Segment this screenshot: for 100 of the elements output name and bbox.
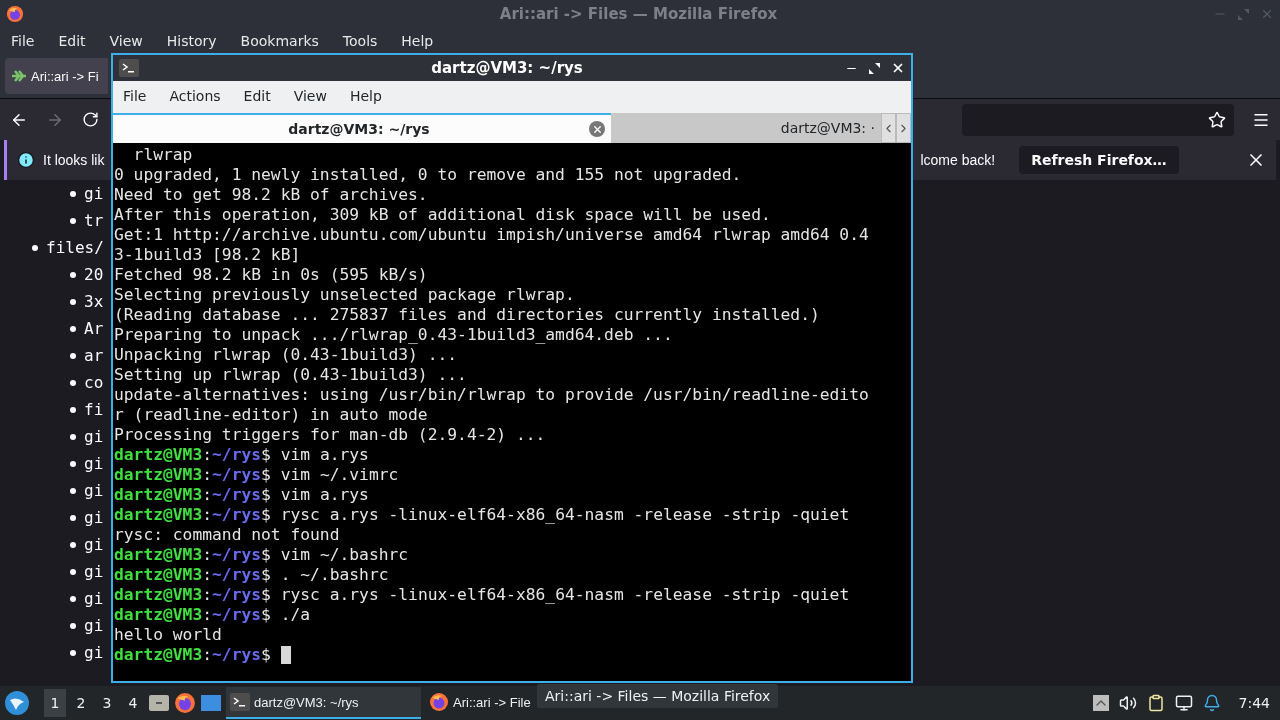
menu-item[interactable]: History	[159, 33, 224, 49]
menu-item[interactable]: File	[115, 88, 155, 104]
maximize-icon[interactable]	[868, 61, 881, 75]
refresh-button[interactable]: Refresh Firefox…	[1019, 146, 1179, 174]
menu-item[interactable]: View	[285, 88, 335, 104]
list-item-text[interactable]: gi	[84, 508, 104, 527]
terminal-line: Preparing to unpack .../rlwrap_0.43-1build3_amd64.deb ...	[114, 325, 673, 345]
list-item-text[interactable]: 3x	[84, 292, 104, 311]
list-item-text[interactable]: 20	[84, 265, 104, 284]
taskbar-task[interactable]: dartz@VM3: ~/rys	[226, 687, 421, 719]
list-item-text[interactable]: co	[84, 373, 104, 392]
menu-item[interactable]: Actions	[161, 88, 229, 104]
scroll-right-button[interactable]	[896, 113, 911, 143]
terminal-line: update-alternatives: using /usr/bin/rlwrap to provide /usr/bin/readline-edito	[114, 385, 869, 405]
bullet-icon	[70, 298, 76, 305]
start-menu-icon[interactable]	[4, 690, 30, 716]
terminal-line: (Reading database ... 275837 files and directories currently installed.)	[114, 305, 820, 325]
menu-item[interactable]: Edit	[235, 88, 279, 104]
folder-icon[interactable]	[148, 693, 170, 713]
terminal-line: dartz@VM3:~/rys$ vim a.rys	[114, 485, 369, 505]
browser-tab[interactable]: Ari::ari -> Fi	[5, 58, 108, 94]
bullet-icon	[70, 271, 76, 278]
workspace-button[interactable]: 1	[44, 689, 66, 717]
window-title: Ari::ari -> Files — Mozilla Firefox	[498, 5, 779, 23]
bullet-icon	[70, 595, 76, 602]
tooltip: Ari::ari -> Files — Mozilla Firefox	[537, 684, 779, 708]
list-item-text[interactable]: gi	[84, 481, 104, 500]
terminal-line: dartz@VM3:~/rys$ vim ~/.vimrc	[114, 465, 399, 485]
terminal-line: r (readline-editor) in auto mode	[114, 405, 428, 425]
clipboard-icon[interactable]	[1146, 694, 1165, 712]
window-icon[interactable]	[200, 693, 222, 713]
bullet-icon	[70, 406, 76, 413]
bullet-icon	[70, 433, 76, 440]
terminal-line: dartz@VM3:~/rys$ ./a	[114, 605, 311, 625]
volume-icon[interactable]	[1118, 694, 1137, 712]
bullet-icon	[70, 217, 76, 224]
text-cursor	[280, 646, 291, 664]
bullet-icon	[70, 541, 76, 548]
bullet-icon	[70, 649, 76, 656]
workspace-button[interactable]: 2	[70, 689, 92, 717]
terminal-line: Processing triggers for man-db (2.9.4-2) ...	[114, 425, 546, 445]
firefox-icon	[6, 5, 24, 23]
notification-text: It looks lik	[43, 152, 105, 168]
info-icon	[17, 151, 35, 169]
bullet-icon	[70, 352, 76, 359]
terminal-line: Need to get 98.2 kB of archives.	[114, 185, 428, 205]
terminal-line: Setting up rlwrap (0.43-1build3) ...	[114, 365, 467, 385]
list-item-text[interactable]: tr	[84, 211, 104, 230]
menu-item[interactable]: Bookmarks	[233, 33, 326, 49]
bullet-icon	[70, 568, 76, 575]
list-item-text[interactable]: gi	[84, 535, 104, 554]
scroll-left-button[interactable]	[881, 113, 896, 143]
list-item-text[interactable]: gi	[84, 562, 104, 581]
menu-item[interactable]: Help	[341, 88, 390, 104]
terminal-line: hello world	[114, 625, 222, 645]
list-item-text[interactable]: Ar	[84, 319, 104, 338]
terminal-line: Unpacking rlwrap (0.43-1build3) ...	[114, 345, 458, 365]
terminal-line: dartz@VM3:~/rys$ rysc a.rys -linux-elf64-x86_64-nasm -release -strip -quiet	[114, 585, 850, 605]
list-item-text[interactable]: gi	[84, 616, 104, 635]
reload-icon[interactable]	[82, 111, 99, 128]
list-item-text[interactable]: gi	[84, 427, 104, 446]
terminal-line: dartz@VM3:~/rys$ . ~/.bashrc	[114, 565, 389, 585]
list-item-text[interactable]: files/	[46, 238, 104, 257]
bullet-icon	[32, 244, 38, 251]
close-icon[interactable]	[891, 61, 905, 75]
terminal-line: 3-1build3 [98.2 kB]	[114, 245, 301, 265]
list-item-text[interactable]: fi	[84, 400, 104, 419]
bullet-icon	[70, 487, 76, 494]
terminal-line: rysc: command not found	[114, 525, 340, 545]
menu-item[interactable]: Edit	[51, 33, 93, 49]
list-item-text[interactable]: gi	[84, 643, 104, 662]
clock: 7:44	[1238, 695, 1270, 711]
firefox-icon	[174, 692, 196, 714]
menu-item[interactable]: File	[4, 33, 42, 49]
bookmark-star-icon[interactable]	[1208, 110, 1226, 129]
notification-text: lcome back!	[920, 152, 996, 168]
bullet-icon	[70, 379, 76, 386]
bullet-icon	[70, 622, 76, 629]
firefox-icon	[429, 692, 449, 712]
terminal-icon	[119, 59, 139, 77]
terminal-tab[interactable]: dartz@VM3: ~/rys	[113, 113, 611, 143]
terminal-icon	[230, 693, 250, 711]
bullet-icon	[70, 514, 76, 521]
list-item-text[interactable]: gi	[84, 184, 104, 203]
tray-expand-icon[interactable]	[1092, 695, 1109, 711]
terminal-line: Fetched 98.2 kB in 0s (595 kB/s)	[114, 265, 428, 285]
menu-item[interactable]: Tools	[335, 33, 385, 49]
close-tab-icon[interactable]	[589, 121, 605, 137]
list-item-text[interactable]: gi	[84, 589, 104, 608]
terminal-tab[interactable]: dartz@VM3: ·	[611, 113, 881, 143]
workspace-button[interactable]: 4	[122, 689, 144, 717]
address-field[interactable]	[962, 103, 1234, 136]
notification-icon[interactable]	[1202, 694, 1221, 712]
workspace-button[interactable]: 3	[96, 689, 118, 717]
list-item-text[interactable]: ar	[84, 346, 104, 365]
list-item-text[interactable]: gi	[84, 454, 104, 473]
terminal-line: Get:1 http://archive.ubuntu.com/ubuntu impish/universe amd64 rlwrap amd64 0.4	[114, 225, 869, 245]
menu-item[interactable]: Help	[394, 33, 441, 49]
menu-item[interactable]: View	[102, 33, 150, 49]
terminal-line: 0 upgraded, 1 newly installed, 0 to remove and 155 not upgraded.	[114, 165, 742, 185]
